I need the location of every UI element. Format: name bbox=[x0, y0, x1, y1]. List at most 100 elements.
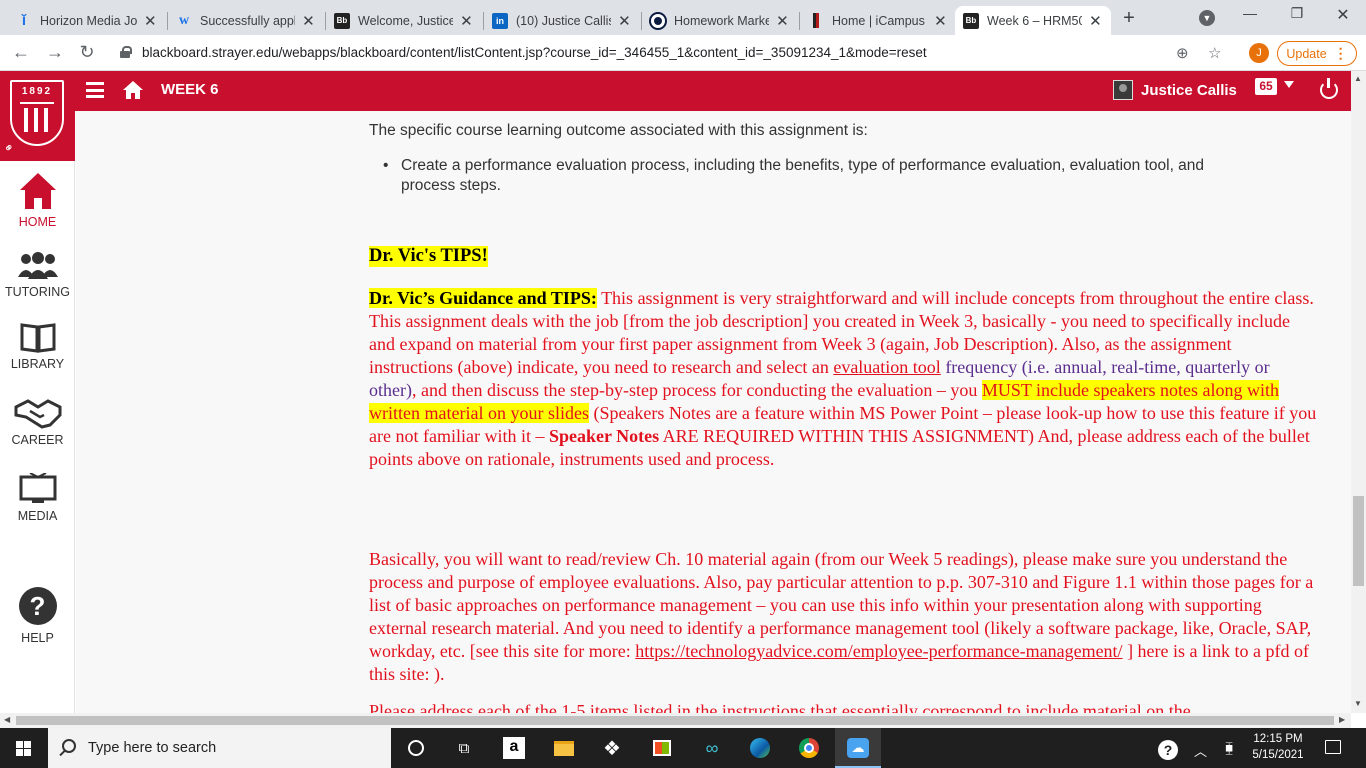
university-logo[interactable]: 1892 ⚭ bbox=[0, 71, 75, 161]
logo-year: 1892 bbox=[21, 86, 53, 97]
cut-off-paragraph: Please address each of the 1-5 items lis… bbox=[369, 701, 1191, 713]
blackboard-favicon-icon: Bb bbox=[963, 12, 979, 29]
store-icon[interactable] bbox=[650, 736, 674, 760]
dropbox-icon[interactable]: ❖ bbox=[600, 736, 624, 760]
guidance-paragraph: Dr. Vic’s Guidance and TIPS: This assign… bbox=[369, 287, 1319, 471]
user-avatar[interactable] bbox=[1113, 80, 1133, 100]
nav-label-help: HELP bbox=[21, 631, 54, 645]
tab-linkedin[interactable]: in (10) Justice Callis ✕ bbox=[484, 6, 640, 35]
evaluation-tool-text: evaluation tool bbox=[833, 357, 941, 377]
nav-item-tutoring[interactable]: TUTORING bbox=[0, 251, 75, 299]
scroll-up-icon[interactable]: ▲ bbox=[1354, 74, 1362, 83]
tab-search-icon[interactable]: ▼ bbox=[1199, 10, 1215, 26]
homework-favicon-icon bbox=[650, 13, 666, 29]
show-hidden-icons[interactable]: ︿ bbox=[1194, 741, 1207, 760]
close-tab-icon[interactable]: ✕ bbox=[617, 12, 632, 30]
nav-label-media: MEDIA bbox=[17, 509, 58, 523]
left-nav: HOME TUTORING LIBRARY CAREER MEDIA ? HEL… bbox=[0, 111, 75, 713]
tab-welcome-justice[interactable]: Bb Welcome, Justice ✕ bbox=[326, 6, 482, 35]
link-icon: ⚭ bbox=[0, 139, 18, 157]
linkedin-favicon-icon: in bbox=[492, 12, 508, 29]
vertical-scrollbar[interactable]: ▲ ▼ bbox=[1351, 71, 1366, 713]
tab-week6-active[interactable]: Bb Week 6 – HRM50 ✕ bbox=[955, 6, 1111, 35]
chrome-icon[interactable] bbox=[797, 736, 821, 760]
url-text[interactable]: blackboard.strayer.edu/webapps/blackboar… bbox=[142, 45, 927, 60]
horizontal-scrollbar[interactable]: ◀ ▶ bbox=[0, 713, 1351, 728]
nav-item-help[interactable]: ? HELP bbox=[0, 587, 75, 645]
taskbar-search-box[interactable]: Type here to search bbox=[48, 728, 391, 768]
system-clock[interactable]: 12:15 PM 5/15/2021 bbox=[1246, 731, 1310, 763]
tab-successfully-applied[interactable]: w Successfully appl ✕ bbox=[168, 6, 324, 35]
notification-count-badge[interactable]: 65 bbox=[1255, 78, 1277, 95]
task-view-icon[interactable]: ⧉ bbox=[452, 736, 476, 760]
close-tab-icon[interactable]: ✕ bbox=[933, 12, 948, 30]
shield-emblem-icon: 1892 bbox=[10, 80, 64, 146]
logo-column bbox=[34, 108, 38, 132]
icloud-icon[interactable]: ☁ bbox=[846, 736, 870, 760]
reading-paragraph: Basically, you will want to read/review … bbox=[369, 548, 1319, 686]
logo-column bbox=[44, 108, 48, 132]
close-tab-icon[interactable]: ✕ bbox=[1088, 12, 1103, 30]
minimize-window-button[interactable]: — bbox=[1235, 5, 1265, 21]
reload-button[interactable]: ↻ bbox=[76, 42, 98, 63]
content-area: The specific course learning outcome ass… bbox=[76, 111, 1351, 713]
technologyadvice-link[interactable]: https://technologyadvice.com/employee-pe… bbox=[635, 641, 1122, 661]
profile-avatar[interactable]: J bbox=[1249, 43, 1269, 63]
scroll-down-icon[interactable]: ▼ bbox=[1354, 699, 1362, 708]
edge-icon[interactable] bbox=[748, 736, 772, 760]
learning-outcome-intro: The specific course learning outcome ass… bbox=[369, 122, 868, 139]
logo-column bbox=[24, 108, 28, 132]
nav-item-media[interactable]: MEDIA bbox=[0, 473, 75, 523]
user-name[interactable]: Justice Callis bbox=[1141, 82, 1237, 99]
clock-date: 5/15/2021 bbox=[1252, 749, 1304, 761]
search-icon bbox=[62, 739, 76, 753]
close-tab-icon[interactable]: ✕ bbox=[143, 12, 158, 30]
page-title: WEEK 6 bbox=[161, 81, 219, 98]
bookmark-star-icon[interactable]: ☆ bbox=[1208, 44, 1221, 62]
nav-label-career: CAREER bbox=[11, 433, 64, 447]
help-tray-icon[interactable]: ? bbox=[1158, 740, 1178, 760]
restore-window-button[interactable]: ❐ bbox=[1282, 5, 1312, 22]
icampus-favicon-icon bbox=[808, 13, 824, 29]
close-window-button[interactable]: ✕ bbox=[1328, 5, 1358, 25]
network-icon[interactable]: ⧯ bbox=[1225, 740, 1233, 756]
forward-button[interactable]: → bbox=[44, 42, 66, 63]
tips-heading: Dr. Vic's TIPS! bbox=[369, 246, 488, 267]
w-favicon-icon: w bbox=[178, 12, 190, 28]
tab-horizon-media[interactable]: ǐ Horizon Media Jo ✕ bbox=[8, 6, 166, 35]
horizontal-scroll-thumb[interactable] bbox=[16, 716, 1334, 725]
zoom-icon[interactable]: ⊕ bbox=[1176, 44, 1189, 62]
nav-label-library: LIBRARY bbox=[10, 357, 65, 371]
nav-item-career[interactable]: CAREER bbox=[0, 397, 75, 447]
cortana-icon[interactable] bbox=[404, 736, 428, 760]
tab-homework-market[interactable]: Homework Marke ✕ bbox=[642, 6, 798, 35]
nav-item-home[interactable]: HOME bbox=[0, 171, 75, 229]
browser-tab-strip: ǐ Horizon Media Jo ✕ w Successfully appl… bbox=[0, 0, 1366, 35]
notification-dropdown-icon[interactable] bbox=[1284, 81, 1294, 88]
notification-center-icon[interactable] bbox=[1325, 740, 1341, 754]
update-button[interactable]: Update bbox=[1277, 41, 1357, 66]
tab-icampus[interactable]: Home | iCampus ✕ bbox=[800, 6, 956, 35]
nav-item-library[interactable]: LIBRARY bbox=[0, 323, 75, 371]
home-icon[interactable] bbox=[122, 80, 144, 100]
bullet-text-line2: process steps. bbox=[401, 176, 501, 194]
scroll-right-icon[interactable]: ▶ bbox=[1339, 715, 1345, 724]
back-button[interactable]: ← bbox=[10, 42, 32, 63]
logout-power-icon[interactable] bbox=[1320, 78, 1338, 99]
hamburger-menu-icon[interactable] bbox=[86, 82, 104, 98]
new-tab-button[interactable]: + bbox=[1120, 7, 1138, 30]
nav-label-home: HOME bbox=[18, 215, 57, 229]
vertical-scroll-thumb[interactable] bbox=[1353, 496, 1364, 586]
close-tab-icon[interactable]: ✕ bbox=[301, 12, 316, 30]
guidance-label: Dr. Vic’s Guidance and TIPS: bbox=[369, 288, 597, 308]
scroll-left-icon[interactable]: ◀ bbox=[4, 715, 10, 724]
file-explorer-icon[interactable] bbox=[552, 736, 576, 760]
infinity-app-icon[interactable]: ∞ bbox=[700, 736, 724, 760]
book-icon bbox=[20, 323, 55, 353]
close-tab-icon[interactable]: ✕ bbox=[459, 12, 474, 30]
windows-start-icon[interactable] bbox=[16, 741, 32, 756]
address-bar[interactable]: blackboard.strayer.edu/webapps/blackboar… bbox=[108, 39, 1238, 67]
amazon-icon[interactable]: a bbox=[502, 736, 526, 760]
guidance-text: , and then discuss the step-by-step proc… bbox=[411, 380, 982, 400]
close-tab-icon[interactable]: ✕ bbox=[775, 12, 790, 30]
